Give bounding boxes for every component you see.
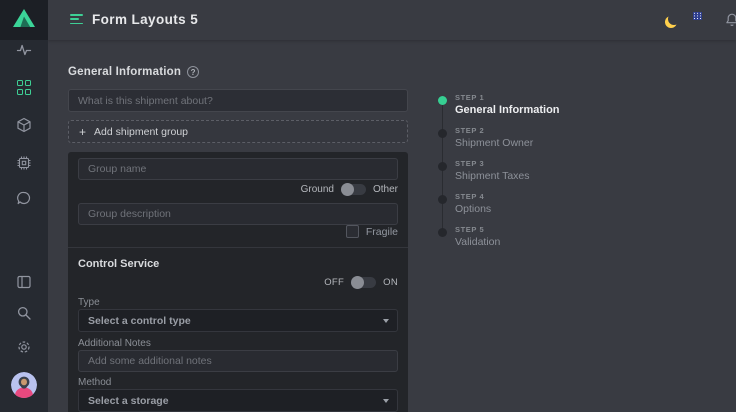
step-label: STEP 5 (455, 225, 484, 234)
section-title: General Information (68, 66, 181, 78)
toggle-knob (351, 276, 364, 289)
control-service-title: Control Service (78, 258, 159, 270)
step-dot (438, 162, 447, 171)
step-title: Shipment Taxes (455, 170, 530, 182)
cube-icon (16, 117, 32, 138)
sidebar-item-dashboard[interactable] (0, 42, 48, 63)
menu-icon[interactable] (70, 14, 84, 24)
step-1: STEP 1 General Information (438, 92, 618, 122)
page-title: Form Layouts 5 (92, 0, 198, 40)
add-group-label: Add shipment group (94, 126, 188, 138)
sidebar-item-settings[interactable] (0, 339, 48, 360)
fragile-row: Fragile (346, 225, 398, 238)
app-window: Form Layouts 5 General Information ? + A… (0, 0, 736, 412)
step-title: Validation (455, 236, 500, 248)
fragile-checkbox[interactable] (346, 225, 359, 238)
logo[interactable] (0, 0, 48, 40)
grid-icon (17, 80, 32, 95)
fragile-label: Fragile (366, 226, 398, 238)
logo-triangle-icon (12, 8, 36, 33)
additional-notes-input[interactable] (78, 350, 398, 372)
on-label: ON (383, 277, 398, 288)
method-label: Method (78, 377, 111, 388)
off-on-toggle[interactable] (351, 277, 376, 288)
activity-icon (16, 42, 32, 63)
step-dot (438, 228, 447, 237)
step-label: STEP 3 (455, 159, 484, 168)
type-label: Type (78, 297, 100, 308)
section-divider (68, 247, 408, 248)
sidebar-item-search[interactable] (0, 305, 48, 326)
step-dot (438, 96, 447, 105)
cpu-icon (16, 155, 32, 176)
user-avatar[interactable] (11, 372, 37, 398)
ground-other-toggle-row: Ground Other (301, 184, 398, 195)
theme-moon-icon[interactable] (668, 13, 680, 25)
help-icon[interactable]: ? (187, 66, 199, 78)
step-label: STEP 1 (455, 93, 484, 102)
ground-other-toggle[interactable] (341, 184, 366, 195)
step-5: STEP 5 Validation (438, 224, 618, 254)
gear-icon (16, 339, 32, 360)
step-title: Options (455, 203, 491, 215)
sidebar-item-layouts[interactable] (0, 80, 48, 95)
step-2: STEP 2 Shipment Owner (438, 125, 618, 155)
sidebar-item-components[interactable] (0, 117, 48, 138)
shipment-group-panel: Ground Other Fragile Control Service OFF… (68, 152, 408, 412)
sidebar-item-panel-toggle[interactable] (0, 274, 48, 295)
section-header: General Information ? (68, 66, 199, 78)
control-type-value: Select a control type (88, 315, 191, 327)
layout-icon (16, 274, 32, 295)
storage-method-select[interactable]: Select a storage (78, 389, 398, 412)
toggle-knob (341, 183, 354, 196)
step-title: Shipment Owner (455, 137, 533, 149)
other-label: Other (373, 184, 398, 195)
chevron-down-icon (383, 319, 389, 323)
sidebar-item-messages[interactable] (0, 190, 48, 211)
group-name-input[interactable] (78, 158, 398, 180)
step-label: STEP 4 (455, 192, 484, 201)
wizard-stepper: STEP 1 General Information STEP 2 Shipme… (438, 92, 618, 252)
off-on-toggle-row: OFF ON (324, 277, 398, 288)
storage-method-value: Select a storage (88, 395, 169, 407)
control-type-select[interactable]: Select a control type (78, 309, 398, 332)
notes-label: Additional Notes (78, 338, 151, 349)
notifications-bell-icon[interactable] (724, 12, 736, 33)
add-shipment-group-button[interactable]: + Add shipment group (68, 120, 408, 143)
step-dot (438, 195, 447, 204)
sidebar (0, 0, 48, 412)
top-header: Form Layouts 5 (48, 0, 736, 40)
ground-label: Ground (301, 184, 334, 195)
step-4: STEP 4 Options (438, 191, 618, 221)
step-3: STEP 3 Shipment Taxes (438, 158, 618, 188)
group-description-input[interactable] (78, 203, 398, 225)
sidebar-item-devices[interactable] (0, 155, 48, 176)
step-dot (438, 129, 447, 138)
shipment-about-input[interactable] (68, 89, 408, 112)
search-icon (16, 305, 32, 326)
step-label: STEP 2 (455, 126, 484, 135)
step-title: General Information (455, 104, 560, 116)
off-label: OFF (324, 277, 344, 288)
chat-bubble-icon (16, 190, 32, 211)
plus-icon: + (79, 126, 86, 138)
chevron-down-icon (383, 399, 389, 403)
